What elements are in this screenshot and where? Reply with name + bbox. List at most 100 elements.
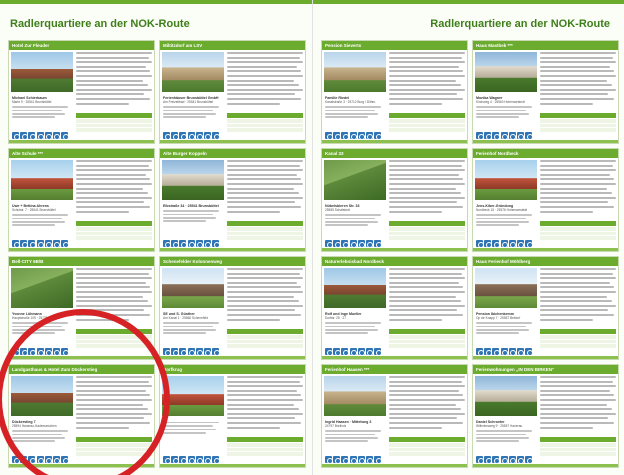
amenity-icons <box>476 132 533 140</box>
entry-contact: Monika Wagner Kirchweg 4 · 25560 Hohenwes… <box>476 96 538 118</box>
entry-description <box>227 52 303 110</box>
breakfast-icon <box>52 456 61 464</box>
host-name: Elbstraße 34 · 25541 Brunsbüttel <box>163 204 219 208</box>
tool-icon <box>508 132 517 140</box>
entry-footer <box>322 464 467 467</box>
shower-icon <box>36 240 45 248</box>
price-table <box>76 329 152 349</box>
amenity-icons <box>12 348 69 356</box>
host-address: Hauptstraße 109 · 25775 Lemkühl <box>12 316 61 321</box>
parking-icon <box>341 348 349 356</box>
accommodation-entry: Ferienwohnungen „IN DEN BIRKEN“ Daniel Sc… <box>472 364 619 468</box>
brochure-page-left: Radlerquartiere an der NOK-Route Hotel Z… <box>0 0 312 475</box>
entry-footer <box>473 140 618 143</box>
shower-icon <box>349 348 358 356</box>
tool-icon <box>195 456 204 464</box>
bed-icon <box>333 348 341 356</box>
tool-icon <box>195 132 204 140</box>
entry-description <box>227 160 303 218</box>
amenity-icons <box>12 240 69 248</box>
host-address: Kanalstraße 3 · 25712 Burg / Dithm. <box>325 100 377 105</box>
accommodation-entry: Haus Ferienhof Möhlberg Pension Ibichenke… <box>472 256 619 360</box>
shower-icon <box>187 132 196 140</box>
entry-footer <box>160 356 305 359</box>
entry-contact: Elbstraße 34 · 25541 Brunsbüttel <box>163 204 225 222</box>
bicycle-icon <box>476 240 484 248</box>
breakfast-icon <box>203 132 212 140</box>
accommodation-entry: Hotel Zur Fleuder Michael Schierbaum Markt… <box>8 40 155 144</box>
entry-photo <box>475 376 537 416</box>
entry-footer <box>9 248 154 251</box>
parking-icon <box>492 456 500 464</box>
accommodation-entry: Landgasthaus & Hotel Zum Dückerstieg Dück… <box>8 364 155 468</box>
price-table <box>227 113 303 133</box>
wifi-icon <box>212 456 220 464</box>
entry-footer <box>322 140 467 143</box>
price-table <box>76 221 152 241</box>
shower-icon <box>36 456 45 464</box>
bed-icon <box>333 132 341 140</box>
entry-description <box>389 376 465 434</box>
entry-contact: Nübelsbieren Str. 33 25585 Schafstedt <box>325 204 387 226</box>
entry-description <box>76 52 152 110</box>
entry-description <box>76 268 152 326</box>
entry-footer <box>160 248 305 251</box>
bed-icon <box>333 240 341 248</box>
amenity-icons <box>12 132 69 140</box>
entry-photo <box>324 268 386 308</box>
tool-icon <box>508 456 517 464</box>
bicycle-icon <box>325 348 333 356</box>
breakfast-icon <box>52 348 61 356</box>
accommodation-entry: Pension Sieverts Familie Riedel Kanalstraß… <box>321 40 468 144</box>
parking-icon <box>341 132 349 140</box>
price-table <box>389 113 465 133</box>
bicycle-icon <box>476 456 484 464</box>
amenity-icons <box>476 456 533 464</box>
host-address: Dorfstr. 25 · 27 <box>325 316 347 321</box>
breakfast-icon <box>52 132 61 140</box>
bed-icon <box>171 132 179 140</box>
entry-photo <box>475 52 537 92</box>
entry-contact <box>163 420 225 434</box>
bicycle-icon <box>325 132 333 140</box>
entry-footer <box>322 248 467 251</box>
bicycle-icon <box>12 132 20 140</box>
shower-icon <box>187 240 196 248</box>
wifi-icon <box>61 456 69 464</box>
amenity-icons <box>476 240 533 248</box>
breakfast-icon <box>516 456 525 464</box>
amenity-icons <box>163 240 220 248</box>
host-address: 25585 Schafstedt <box>325 208 350 213</box>
tool-icon <box>508 240 517 248</box>
tool-icon <box>195 348 204 356</box>
price-table <box>389 221 465 241</box>
bed-icon <box>20 240 28 248</box>
shower-icon <box>187 456 196 464</box>
amenity-icons <box>325 348 382 356</box>
host-address: Kirchweg 4 · 25560 Hohenwestedt <box>476 100 525 105</box>
host-address: Nordbeck 15 · 25576 Hohenwestedt <box>476 208 528 213</box>
entry-contact: Rolf und Inge Mueller Dorfstr. 25 · 27 <box>325 312 387 334</box>
parking-icon <box>179 240 187 248</box>
host-address: Op de Knapp 7 · 25557 Beldorf <box>476 316 521 321</box>
bed-icon <box>20 132 28 140</box>
wifi-icon <box>212 132 220 140</box>
wifi-icon <box>525 132 533 140</box>
entry-title: Haus Mastbek *** <box>473 41 618 50</box>
wifi-icon <box>61 240 69 248</box>
entry-title: Ferienhof Nordbeck <box>473 149 618 158</box>
entry-contact: Michael Schierbaum Markt 9 · 25541 Brunsb… <box>12 96 74 118</box>
entry-footer <box>473 248 618 251</box>
shower-icon <box>349 132 358 140</box>
breakfast-icon <box>203 456 212 464</box>
bed-icon <box>20 456 28 464</box>
host-address: Am Kanal 1 · 25560 Schenefeld <box>163 316 209 321</box>
shower-icon <box>500 348 509 356</box>
entry-photo <box>162 160 224 200</box>
entry-title: Dorfkrug <box>160 365 305 374</box>
entry-footer <box>9 356 154 359</box>
tool-icon <box>357 456 366 464</box>
amenity-icons <box>325 240 382 248</box>
parking-icon <box>28 132 36 140</box>
entry-title: Ferienhof Haasen *** <box>322 365 467 374</box>
